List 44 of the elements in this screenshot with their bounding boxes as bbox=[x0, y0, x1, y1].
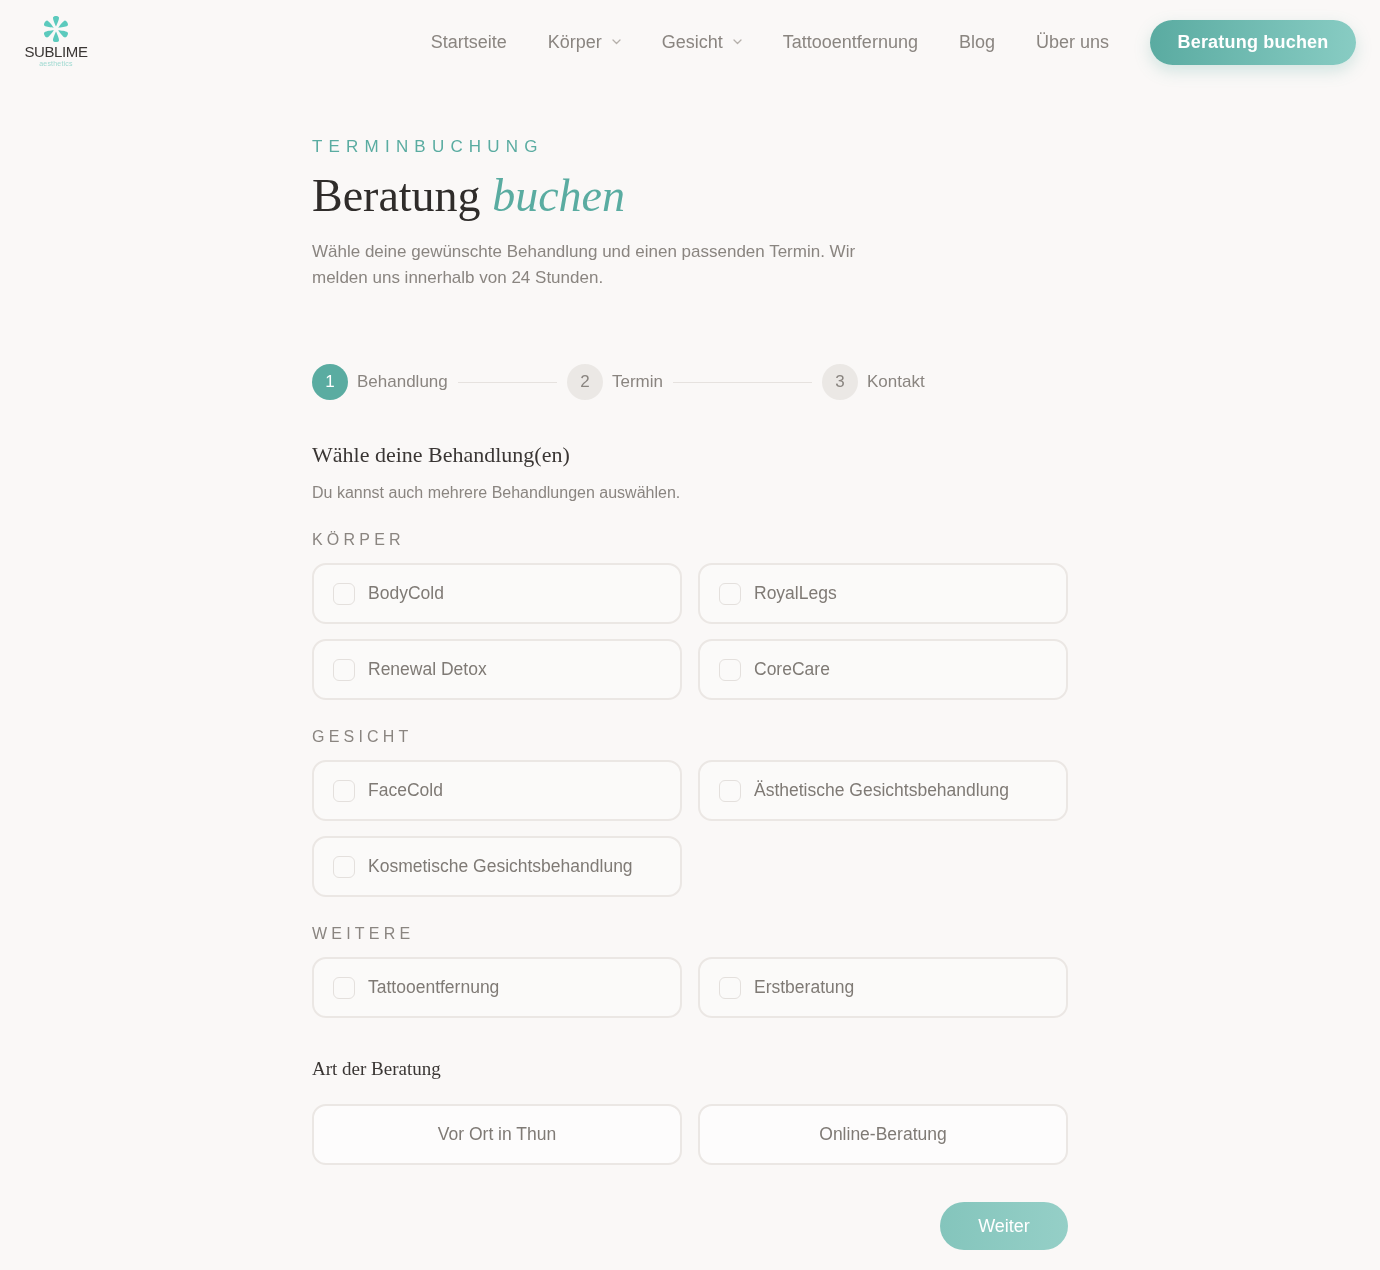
step-number: 3 bbox=[822, 364, 858, 400]
treatment-option[interactable]: FaceCold bbox=[312, 760, 682, 821]
nav-link[interactable]: Über uns bbox=[1035, 31, 1109, 53]
nav-link[interactable]: Gesicht bbox=[661, 31, 742, 53]
treatment-option[interactable]: RoyalLegs bbox=[698, 563, 1068, 624]
helper-text: Du kannst auch mehrere Behandlungen auswählen. bbox=[312, 483, 682, 503]
nav-link[interactable]: Tattooentfernung bbox=[782, 31, 918, 53]
treatment-option[interactable]: Erstberatung bbox=[698, 957, 1068, 1018]
page-title: Beratung buchen bbox=[312, 169, 626, 223]
flower-logo-icon bbox=[42, 14, 70, 43]
logo-wordmark: SUBLIME bbox=[24, 43, 88, 60]
checkbox[interactable] bbox=[333, 779, 355, 802]
nav-link[interactable]: Startseite bbox=[430, 31, 507, 53]
intro-text: Wähle deine gewünschte Behandlung und einen passenden Termin. Wir melden uns innerhalb von 24 Stunden. bbox=[312, 241, 857, 289]
step-number: 2 bbox=[567, 364, 603, 400]
section-heading: Wähle deine Behandlung(en) bbox=[312, 441, 571, 469]
checkbox[interactable] bbox=[719, 976, 741, 999]
step-label: Kontakt bbox=[867, 372, 925, 392]
treatment-option[interactable]: Renewal Detox bbox=[312, 639, 682, 700]
checkbox[interactable] bbox=[719, 779, 741, 802]
nav-link[interactable]: Blog bbox=[958, 31, 995, 53]
consultation-option[interactable]: Online-Beratung bbox=[698, 1104, 1068, 1165]
checkbox[interactable] bbox=[719, 582, 741, 605]
checkbox[interactable] bbox=[333, 976, 355, 999]
treatment-option[interactable]: Tattooentfernung bbox=[312, 957, 682, 1018]
checkbox[interactable] bbox=[333, 582, 355, 605]
nav-link[interactable]: Körper bbox=[547, 31, 621, 53]
step-label: Behandlung bbox=[357, 372, 448, 392]
checkbox[interactable] bbox=[333, 658, 355, 681]
treatment-option[interactable]: Ästhetische Gesichtsbehandlung bbox=[698, 760, 1068, 821]
category-label: KÖRPER bbox=[312, 530, 406, 550]
book-consultation-button[interactable]: Beratung buchen bbox=[1150, 19, 1356, 65]
section-eyebrow: TERMINBUCHUNG bbox=[312, 137, 545, 157]
section-heading: Art der Beratung bbox=[312, 1057, 442, 1081]
treatment-option[interactable]: CoreCare bbox=[698, 639, 1068, 700]
step-number: 1 bbox=[312, 364, 348, 400]
consultation-option[interactable]: Vor Ort in Thun bbox=[312, 1104, 682, 1165]
category-label: WEITERE bbox=[312, 924, 416, 944]
checkbox[interactable] bbox=[719, 658, 741, 681]
category-label: GESICHT bbox=[312, 727, 414, 747]
treatment-option[interactable]: BodyCold bbox=[312, 563, 682, 624]
checkbox[interactable] bbox=[333, 855, 355, 878]
treatment-option[interactable]: Kosmetische Gesichtsbehandlung bbox=[312, 836, 682, 897]
step-label: Termin bbox=[612, 372, 663, 392]
